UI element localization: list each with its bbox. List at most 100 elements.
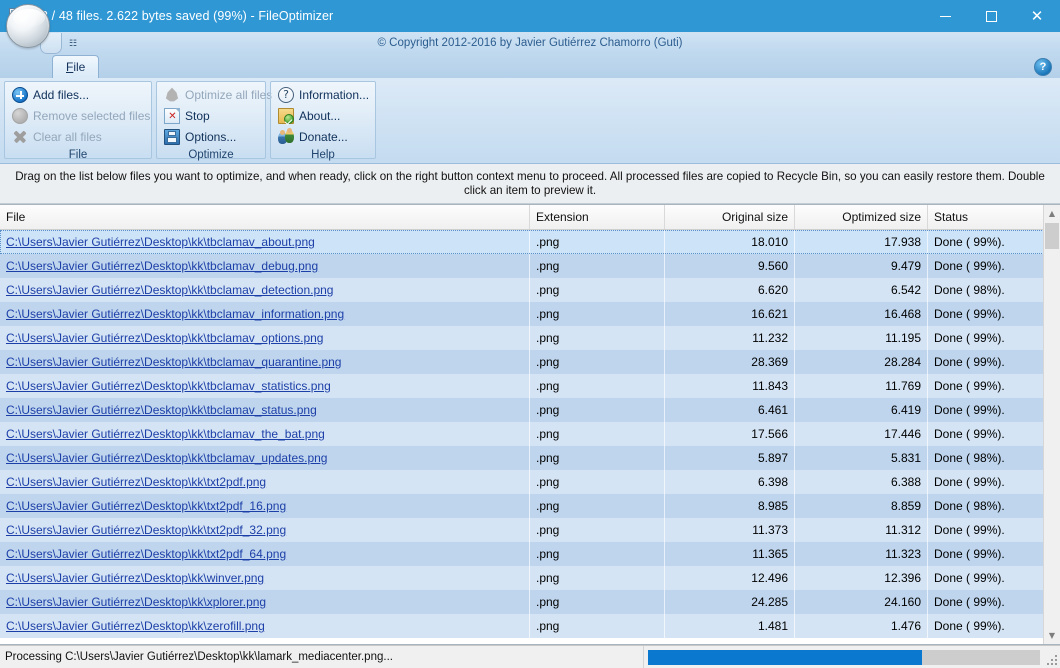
table-row[interactable]: C:\Users\Javier Gutiérrez\Desktop\kk\tbc… bbox=[0, 422, 1060, 446]
scroll-up-button[interactable]: ▲ bbox=[1044, 205, 1060, 222]
table-row[interactable]: C:\Users\Javier Gutiérrez\Desktop\kk\tbc… bbox=[0, 278, 1060, 302]
cell-original-size: 9.560 bbox=[665, 254, 795, 278]
cell-optimized-size: 11.769 bbox=[795, 374, 928, 398]
column-header-original-size[interactable]: Original size bbox=[665, 205, 795, 229]
table-row[interactable]: C:\Users\Javier Gutiérrez\Desktop\kk\txt… bbox=[0, 470, 1060, 494]
column-header-status[interactable]: Status bbox=[928, 205, 1060, 229]
cell-file-path[interactable]: C:\Users\Javier Gutiérrez\Desktop\kk\tbc… bbox=[0, 350, 530, 374]
cell-file-path[interactable]: C:\Users\Javier Gutiérrez\Desktop\kk\tbc… bbox=[0, 326, 530, 350]
about-label: About... bbox=[299, 109, 341, 123]
table-row[interactable]: C:\Users\Javier Gutiérrez\Desktop\kk\win… bbox=[0, 566, 1060, 590]
cell-optimized-size: 6.388 bbox=[795, 470, 928, 494]
title-bar: 33 / 48 files. 2.622 bytes saved (99%) -… bbox=[0, 0, 1060, 32]
cell-extension: .png bbox=[530, 254, 665, 278]
options-button[interactable]: Options... bbox=[162, 127, 259, 147]
file-list: File Extension Original size Optimized s… bbox=[0, 204, 1060, 645]
file-list-scrollbar[interactable]: ▲ ▼ bbox=[1043, 205, 1060, 644]
cell-original-size: 16.621 bbox=[665, 302, 795, 326]
cell-extension: .png bbox=[530, 566, 665, 590]
table-row[interactable]: C:\Users\Javier Gutiérrez\Desktop\kk\tbc… bbox=[0, 230, 1060, 254]
tab-file[interactable]: File bbox=[52, 55, 100, 78]
cell-file-path[interactable]: C:\Users\Javier Gutiérrez\Desktop\kk\txt… bbox=[0, 542, 530, 566]
table-row[interactable]: C:\Users\Javier Gutiérrez\Desktop\kk\tbc… bbox=[0, 326, 1060, 350]
scrollbar-thumb[interactable] bbox=[1045, 223, 1059, 249]
information-button[interactable]: ? Information... bbox=[276, 85, 369, 105]
close-button[interactable]: ✕ bbox=[1014, 0, 1060, 32]
table-row[interactable]: C:\Users\Javier Gutiérrez\Desktop\kk\txt… bbox=[0, 518, 1060, 542]
tab-file-label: File bbox=[66, 60, 86, 74]
cell-status: Done ( 99%). bbox=[934, 595, 1005, 609]
table-row[interactable]: C:\Users\Javier Gutiérrez\Desktop\kk\txt… bbox=[0, 542, 1060, 566]
resize-grip[interactable] bbox=[1044, 646, 1060, 668]
cell-original-size: 1.481 bbox=[665, 614, 795, 638]
add-files-button[interactable]: Add files... bbox=[10, 85, 145, 105]
stop-page-icon: ✕ bbox=[164, 108, 180, 124]
stop-button[interactable]: ✕ Stop bbox=[162, 106, 259, 126]
cell-status: Done ( 98%). bbox=[934, 451, 1005, 465]
cell-optimized-size: 17.446 bbox=[795, 422, 928, 446]
help-icon[interactable]: ? bbox=[1034, 58, 1052, 76]
add-plus-icon bbox=[12, 87, 28, 103]
cell-original-size: 11.232 bbox=[665, 326, 795, 350]
cell-file-path[interactable]: C:\Users\Javier Gutiérrez\Desktop\kk\tbc… bbox=[0, 374, 530, 398]
maximize-icon bbox=[985, 10, 997, 22]
cell-extension: .png bbox=[530, 398, 665, 422]
quick-access-strip: ☷ © Copyright 2012-2016 by Javier Gutiér… bbox=[0, 32, 1060, 54]
cell-status: Done ( 99%). bbox=[934, 523, 1005, 537]
table-row[interactable]: C:\Users\Javier Gutiérrez\Desktop\kk\tbc… bbox=[0, 350, 1060, 374]
cell-file-path[interactable]: C:\Users\Javier Gutiérrez\Desktop\kk\xpl… bbox=[0, 590, 530, 614]
column-header-optimized-size[interactable]: Optimized size bbox=[795, 205, 928, 229]
cell-file-path[interactable]: C:\Users\Javier Gutiérrez\Desktop\kk\txt… bbox=[0, 518, 530, 542]
cell-original-size: 5.897 bbox=[665, 446, 795, 470]
remove-selected-files-button[interactable]: Remove selected files bbox=[10, 106, 150, 126]
application-orb-button[interactable] bbox=[6, 4, 50, 48]
add-files-label: Add files... bbox=[33, 88, 90, 102]
cell-file-path[interactable]: C:\Users\Javier Gutiérrez\Desktop\kk\tbc… bbox=[0, 230, 530, 254]
cell-original-size: 8.985 bbox=[665, 494, 795, 518]
scroll-down-button[interactable]: ▼ bbox=[1044, 627, 1060, 644]
cell-file-path[interactable]: C:\Users\Javier Gutiérrez\Desktop\kk\txt… bbox=[0, 494, 530, 518]
cell-file-path[interactable]: C:\Users\Javier Gutiérrez\Desktop\kk\tbc… bbox=[0, 278, 530, 302]
cell-file-path[interactable]: C:\Users\Javier Gutiérrez\Desktop\kk\tbc… bbox=[0, 254, 530, 278]
cell-file-path[interactable]: C:\Users\Javier Gutiérrez\Desktop\kk\tbc… bbox=[0, 398, 530, 422]
cell-extension: .png bbox=[530, 494, 665, 518]
donate-button[interactable]: Donate... bbox=[276, 127, 369, 147]
cell-optimized-size: 11.195 bbox=[795, 326, 928, 350]
table-row[interactable]: C:\Users\Javier Gutiérrez\Desktop\kk\txt… bbox=[0, 494, 1060, 518]
ribbon-group-help: ? Information... About... Donate... Help bbox=[270, 81, 376, 161]
ribbon-body: Add files... Remove selected files Clear… bbox=[0, 78, 1060, 164]
chevron-down-icon[interactable]: ☷ bbox=[69, 38, 77, 48]
cell-file-path[interactable]: C:\Users\Javier Gutiérrez\Desktop\kk\tbc… bbox=[0, 422, 530, 446]
cell-optimized-size: 28.284 bbox=[795, 350, 928, 374]
information-question-icon: ? bbox=[278, 87, 294, 103]
cell-status: Done ( 98%). bbox=[934, 283, 1005, 297]
cell-file-path[interactable]: C:\Users\Javier Gutiérrez\Desktop\kk\tbc… bbox=[0, 302, 530, 326]
remove-circle-icon bbox=[12, 108, 28, 124]
table-row[interactable]: C:\Users\Javier Gutiérrez\Desktop\kk\tbc… bbox=[0, 446, 1060, 470]
maximize-button[interactable] bbox=[968, 0, 1014, 32]
cell-file-path[interactable]: C:\Users\Javier Gutiérrez\Desktop\kk\tbc… bbox=[0, 446, 530, 470]
cell-original-size: 11.365 bbox=[665, 542, 795, 566]
table-row[interactable]: C:\Users\Javier Gutiérrez\Desktop\kk\tbc… bbox=[0, 398, 1060, 422]
clear-all-files-button[interactable]: Clear all files bbox=[10, 127, 145, 147]
fileoptimizer-window: 33 / 48 files. 2.622 bytes saved (99%) -… bbox=[0, 0, 1060, 668]
optimize-all-files-button[interactable]: Optimize all files bbox=[162, 85, 272, 105]
cell-optimized-size: 9.479 bbox=[795, 254, 928, 278]
table-row[interactable]: C:\Users\Javier Gutiérrez\Desktop\kk\tbc… bbox=[0, 374, 1060, 398]
column-header-file[interactable]: File bbox=[0, 205, 530, 229]
cell-extension: .png bbox=[530, 302, 665, 326]
cell-file-path[interactable]: C:\Users\Javier Gutiérrez\Desktop\kk\win… bbox=[0, 566, 530, 590]
cell-original-size: 18.010 bbox=[665, 230, 795, 254]
table-row[interactable]: C:\Users\Javier Gutiérrez\Desktop\kk\xpl… bbox=[0, 590, 1060, 614]
cell-file-path[interactable]: C:\Users\Javier Gutiérrez\Desktop\kk\zer… bbox=[0, 614, 530, 638]
cell-extension: .png bbox=[530, 542, 665, 566]
cell-file-path[interactable]: C:\Users\Javier Gutiérrez\Desktop\kk\txt… bbox=[0, 470, 530, 494]
about-button[interactable]: About... bbox=[276, 106, 369, 126]
cell-extension: .png bbox=[530, 278, 665, 302]
cell-original-size: 11.843 bbox=[665, 374, 795, 398]
column-header-extension[interactable]: Extension bbox=[530, 205, 665, 229]
table-row[interactable]: C:\Users\Javier Gutiérrez\Desktop\kk\tbc… bbox=[0, 254, 1060, 278]
table-row[interactable]: C:\Users\Javier Gutiérrez\Desktop\kk\zer… bbox=[0, 614, 1060, 638]
table-row[interactable]: C:\Users\Javier Gutiérrez\Desktop\kk\tbc… bbox=[0, 302, 1060, 326]
minimize-button[interactable] bbox=[922, 0, 968, 32]
